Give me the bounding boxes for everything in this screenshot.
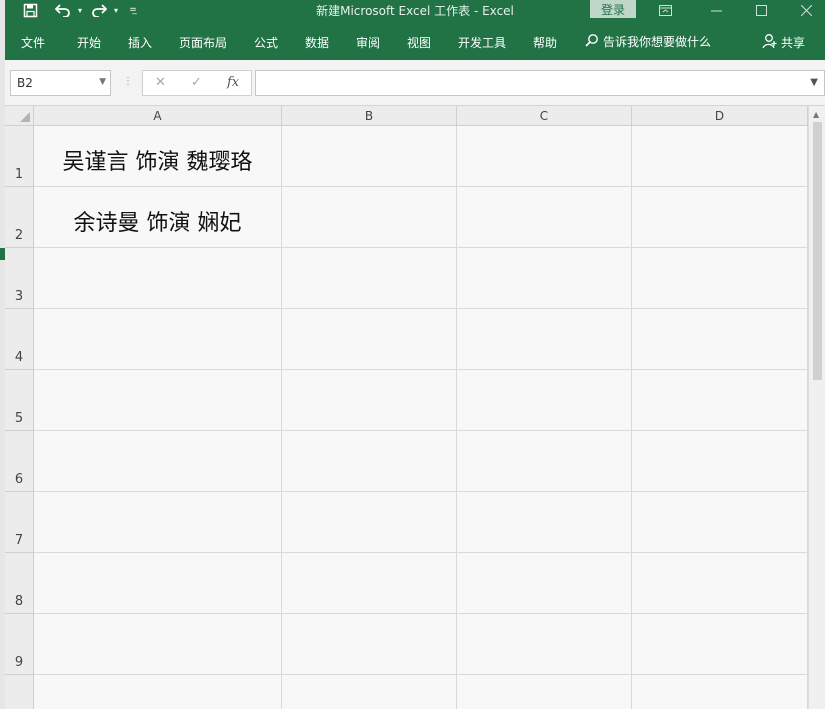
row-header-1[interactable]: 1 [5, 126, 34, 187]
cell-d7[interactable] [632, 492, 808, 553]
tab-view[interactable]: 视图 [407, 34, 431, 51]
column-header-a[interactable]: A [34, 106, 282, 126]
cell-d1[interactable] [632, 126, 808, 187]
expand-formula-bar-icon[interactable]: ▼ [810, 77, 818, 88]
ribbon-tab-bar: 文件 开始 插入 页面布局 公式 数据 审阅 视图 开发工具 帮助 告诉我你想要… [5, 20, 825, 60]
vertical-scrollbar[interactable]: ▲ [808, 106, 825, 709]
cell-c9[interactable] [457, 614, 632, 675]
tab-insert[interactable]: 插入 [128, 34, 152, 51]
cell-b8[interactable] [282, 553, 457, 614]
cell-a3[interactable] [34, 248, 282, 309]
cell-d9[interactable] [632, 614, 808, 675]
row-header-9[interactable]: 9 [5, 614, 34, 675]
cell-c3[interactable] [457, 248, 632, 309]
cell-a10[interactable] [34, 675, 282, 709]
insert-function-icon[interactable]: fx [227, 75, 239, 90]
cell-b7[interactable] [282, 492, 457, 553]
tab-formulas[interactable]: 公式 [254, 34, 278, 51]
cell-c2[interactable] [457, 187, 632, 248]
tell-me-search[interactable]: 告诉我你想要做什么 [585, 33, 711, 50]
cell-b3[interactable] [282, 248, 457, 309]
cancel-icon[interactable]: ✕ [155, 75, 166, 90]
ribbon-display-options-icon[interactable] [650, 0, 680, 20]
cell-b2[interactable] [282, 187, 457, 248]
formula-bar-area: B2 ▼ ⋮ ✕ ✓ fx ▼ [5, 60, 825, 106]
cell-d10[interactable] [632, 675, 808, 709]
cell-c4[interactable] [457, 309, 632, 370]
cell-d5[interactable] [632, 370, 808, 431]
share-button[interactable]: 共享 [762, 33, 805, 52]
cell-b5[interactable] [282, 370, 457, 431]
share-label: 共享 [781, 36, 806, 50]
person-icon [762, 33, 778, 52]
cell-a2[interactable]: 余诗曼 饰演 娴妃 [34, 187, 282, 248]
cell-a1-text: 吴谨言 饰演 魏璎珞 [62, 150, 253, 175]
scrollbar-thumb[interactable] [813, 122, 822, 380]
tell-me-label: 告诉我你想要做什么 [603, 35, 712, 49]
tab-home[interactable]: 开始 [77, 34, 101, 51]
cell-a6[interactable] [34, 431, 282, 492]
cell-a7[interactable] [34, 492, 282, 553]
row-header-6[interactable]: 6 [5, 431, 34, 492]
worksheet-grid: A B C D 1 2 3 4 5 6 7 8 9 吴谨言 饰演 魏璎珞 余诗曼… [5, 106, 808, 709]
row-header-3[interactable]: 3 [5, 248, 34, 309]
name-box-dropdown-icon[interactable]: ▼ [99, 77, 106, 87]
tab-data[interactable]: 数据 [305, 34, 329, 51]
row-header-7[interactable]: 7 [5, 492, 34, 553]
cell-d4[interactable] [632, 309, 808, 370]
name-box-value: B2 [17, 76, 33, 90]
cell-c7[interactable] [457, 492, 632, 553]
cell-a2-text: 余诗曼 饰演 娴妃 [73, 211, 242, 236]
tab-file[interactable]: 文件 [21, 34, 45, 51]
enter-icon[interactable]: ✓ [191, 75, 202, 90]
cell-a9[interactable] [34, 614, 282, 675]
cell-a4[interactable] [34, 309, 282, 370]
column-header-c[interactable]: C [457, 106, 632, 126]
formula-bar-grip-icon[interactable]: ⋮ [123, 76, 133, 87]
cell-a8[interactable] [34, 553, 282, 614]
select-all-button[interactable] [5, 106, 34, 126]
cell-d6[interactable] [632, 431, 808, 492]
cell-b1[interactable] [282, 126, 457, 187]
cell-b4[interactable] [282, 309, 457, 370]
title-bar: ▾ ▾ =̲ 新建Microsoft Excel 工作表 - Excel 登录 [5, 0, 825, 20]
cell-d2[interactable] [632, 187, 808, 248]
cell-c8[interactable] [457, 553, 632, 614]
close-icon[interactable] [791, 0, 821, 20]
row-header-8[interactable]: 8 [5, 553, 34, 614]
cell-c6[interactable] [457, 431, 632, 492]
scroll-up-icon[interactable]: ▲ [813, 110, 819, 119]
cell-c5[interactable] [457, 370, 632, 431]
cell-b10[interactable] [282, 675, 457, 709]
cell-c1[interactable] [457, 126, 632, 187]
row-header-4[interactable]: 4 [5, 309, 34, 370]
row-header-2[interactable]: 2 [5, 187, 34, 248]
row-header-10[interactable] [5, 675, 34, 709]
tab-page-layout[interactable]: 页面布局 [179, 34, 227, 51]
cell-b9[interactable] [282, 614, 457, 675]
cell-c10[interactable] [457, 675, 632, 709]
cell-d8[interactable] [632, 553, 808, 614]
cell-a1[interactable]: 吴谨言 饰演 魏璎珞 [34, 126, 282, 187]
formula-input[interactable]: ▼ [255, 70, 825, 96]
formula-buttons: ✕ ✓ fx [142, 70, 252, 96]
tab-help[interactable]: 帮助 [533, 34, 557, 51]
login-button[interactable]: 登录 [590, 0, 636, 18]
search-icon [585, 33, 599, 50]
row-header-5[interactable]: 5 [5, 370, 34, 431]
column-header-d[interactable]: D [632, 106, 808, 126]
cell-a5[interactable] [34, 370, 282, 431]
cell-b6[interactable] [282, 431, 457, 492]
cell-d3[interactable] [632, 248, 808, 309]
minimize-icon[interactable] [701, 0, 731, 20]
tab-review[interactable]: 审阅 [356, 34, 380, 51]
maximize-icon[interactable] [746, 0, 776, 20]
column-header-b[interactable]: B [282, 106, 457, 126]
name-box[interactable]: B2 ▼ [10, 70, 111, 96]
tab-developer[interactable]: 开发工具 [458, 34, 506, 51]
